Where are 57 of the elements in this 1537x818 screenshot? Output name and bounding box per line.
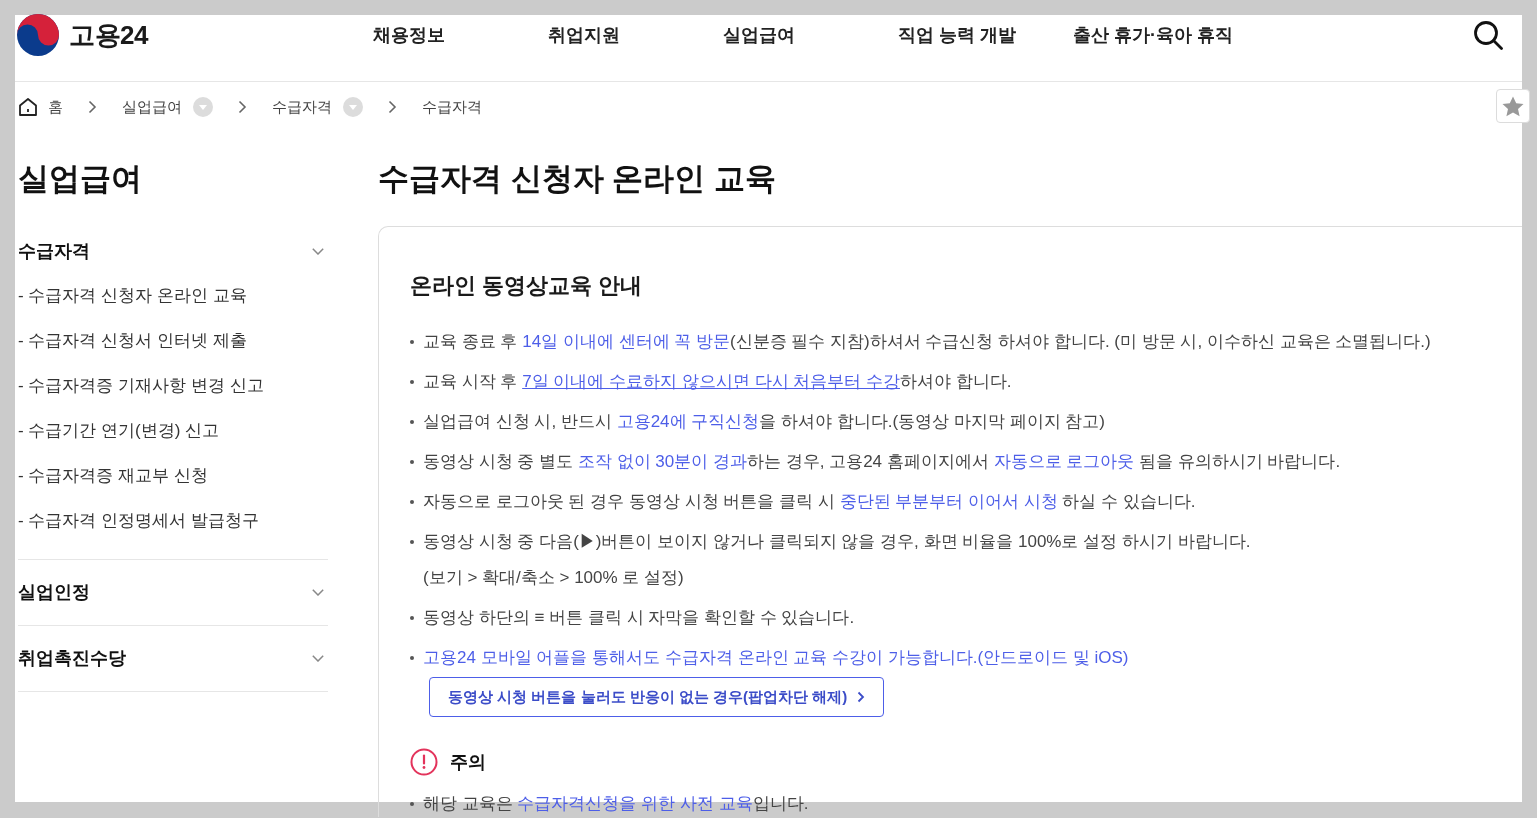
bullet-icon (410, 656, 414, 660)
bullet-icon (410, 802, 414, 806)
popup-help-button[interactable]: 동영상 시청 버튼을 눌러도 반응이 없는 경우(팝업차단 해제) (429, 677, 885, 717)
sidebar-link[interactable]: - 수급자격 인정명세서 발급청구 (18, 498, 328, 543)
menu-section-toggle[interactable]: 수급자격 (18, 239, 328, 263)
bullet-text: 동영상 시청 중 다음(▶)버튼이 보이지 않거나 클릭되지 않을 경우, 화면 비율을 100%로 설정 하시기 바랍니다. (423, 531, 1251, 553)
sidebar-link[interactable]: - 수급자격증 재교부 신청 (18, 453, 328, 498)
notice-heading: 주의 (450, 751, 486, 774)
bullet-icon (410, 460, 414, 464)
bullet-text: 동영상 하단의 ≡ 버튼 클릭 시 자막을 확인할 수 있습니다. (423, 607, 855, 629)
bullet-text: 교육 종료 후 14일 이내에 센터에 꼭 방문(신분증 필수 지참)하셔서 수급신청 하셔야 합니다. (미 방문 시, 이수하신 교육은 소멸됩니다.) (423, 331, 1431, 353)
breadcrumb-current: 수급자격 (422, 97, 482, 117)
nav-link[interactable]: 채용정보 (373, 23, 445, 47)
bullet-icon (410, 380, 414, 384)
chevron-right-icon (88, 100, 97, 114)
chevron-right-icon (238, 100, 247, 114)
bullet-icon (410, 616, 414, 620)
nav-link[interactable]: 실업급여 (723, 23, 795, 47)
chevron-down-icon (312, 654, 324, 662)
nav-link[interactable]: 취업지원 (548, 23, 620, 47)
bullet-icon (410, 340, 414, 344)
sidebar-link[interactable]: - 수급자격증 기재사항 변경 신고 (18, 363, 328, 408)
chevron-down-icon (312, 588, 324, 596)
logo-link[interactable]: 고용24 (17, 14, 148, 56)
chevron-right-icon (857, 691, 866, 703)
menu-section-toggle[interactable]: 실업인정 (18, 580, 328, 604)
bullet-text: 고용24 모바일 어플을 통해서도 수급자격 온라인 교육 수강이 가능합니다.(안드로이드 및 iOS) (423, 647, 1129, 669)
sidebar-link[interactable]: - 수급자격 신청서 인터넷 제출 (18, 318, 328, 363)
breadcrumb-home-link[interactable]: 홈 (18, 97, 63, 117)
section-heading: 온라인 동영상교육 안내 (410, 273, 644, 299)
bullet-text: 교육 시작 후 7일 이내에 수료하지 않으시면 다시 처음부터 수강하셔야 합니다. (423, 371, 1012, 393)
search-icon[interactable] (1473, 20, 1503, 50)
bullet-icon (410, 540, 414, 544)
bullet-icon (410, 420, 414, 424)
home-icon (18, 97, 38, 117)
breadcrumb-link[interactable]: 실업급여 (122, 97, 182, 117)
bullet-icon (410, 500, 414, 504)
warning-icon (410, 748, 438, 776)
bullet-text: 실업급여 신청 시, 반드시 고용24에 구직신청을 하셔야 합니다.(동영상 마지막 페이지 참고) (423, 411, 1105, 433)
nav-link[interactable]: 출산 휴가·육아 휴직 (1073, 23, 1233, 47)
menu-section-toggle[interactable]: 취업촉진수당 (18, 646, 328, 670)
chevron-right-icon (388, 100, 397, 114)
bullet-text: 해당 교육은 수급자격신청을 위한 사전 교육입니다. (423, 793, 809, 815)
link[interactable]: 7일 이내에 수료하지 않으시면 다시 처음부터 수강 (522, 372, 900, 391)
breadcrumb-link[interactable]: 수급자격 (272, 97, 332, 117)
sidebar-title: 실업급여 (18, 160, 143, 198)
nav-link[interactable]: 직업 능력 개발 (898, 23, 1016, 47)
sidebar-link[interactable]: - 수급기간 연기(변경) 신고 (18, 408, 328, 453)
bullet-text: 동영상 시청 중 별도 조작 없이 30분이 경과하는 경우, 고용24 홈페이지에서 자동으로 로그아웃 됨을 유의하시기 바랍니다. (423, 451, 1341, 473)
chevron-down-icon (312, 247, 324, 255)
page-title: 수급자격 신청자 온라인 교육 (378, 160, 777, 198)
bullet-note: (보기 > 확대/축소 > 100% 로 설정) (423, 567, 685, 589)
star-button[interactable] (1496, 89, 1530, 123)
bullet-text: 자동으로 로그아웃 된 경우 동영상 시청 버튼을 클릭 시 중단된 부분부터 이어서 시청 하실 수 있습니다. (423, 491, 1196, 513)
logo-icon (17, 14, 59, 56)
sidebar-link[interactable]: - 수급자격 신청자 온라인 교육 (18, 273, 328, 318)
star-icon (1502, 95, 1524, 117)
